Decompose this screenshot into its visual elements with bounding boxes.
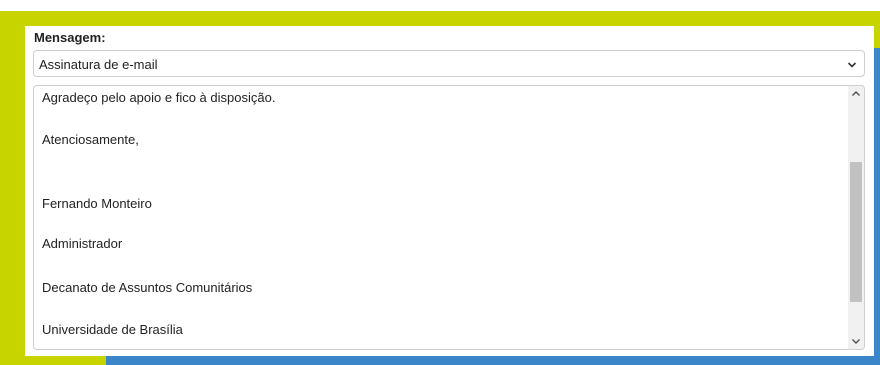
message-template-select[interactable]: Assinatura de e-mail xyxy=(33,50,865,77)
message-line: Agradeço pelo apoio e fico à disposição. xyxy=(42,90,276,105)
textarea-scrollbar[interactable] xyxy=(848,86,864,349)
message-panel: Mensagem: Assinatura de e-mail Agradeço … xyxy=(25,26,874,356)
message-template-select-value: Assinatura de e-mail xyxy=(39,57,158,72)
message-line: Atenciosamente, xyxy=(42,132,139,147)
page: Mensagem: Assinatura de e-mail Agradeço … xyxy=(0,0,880,365)
message-textarea[interactable]: Agradeço pelo apoio e fico à disposição.… xyxy=(33,85,865,350)
scrollbar-thumb[interactable] xyxy=(850,162,862,302)
message-line: Fernando Monteiro xyxy=(42,196,152,211)
scroll-up-arrow-icon[interactable] xyxy=(848,86,864,102)
message-label: Mensagem: xyxy=(34,30,106,45)
message-line: Administrador xyxy=(42,236,123,251)
chevron-down-icon xyxy=(847,62,857,68)
message-line: Universidade de Brasília xyxy=(42,322,183,337)
message-line: Decanato de Assuntos Comunitários xyxy=(42,280,253,295)
scroll-down-arrow-icon[interactable] xyxy=(848,333,864,349)
